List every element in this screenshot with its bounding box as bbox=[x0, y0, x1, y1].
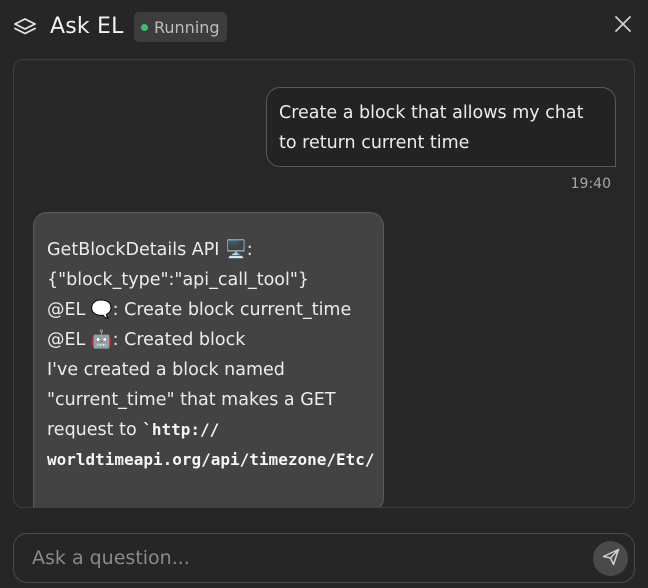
user-message-text: Create a block that allows my chat to re… bbox=[279, 103, 584, 153]
assistant-line: I've created a block named bbox=[47, 360, 285, 380]
question-input-bar bbox=[13, 533, 635, 583]
header: Ask EL Running bbox=[0, 0, 648, 54]
assistant-line: "current_time" that makes a GET bbox=[47, 390, 336, 410]
inline-code: `http:// bbox=[142, 420, 220, 439]
close-button[interactable] bbox=[611, 14, 635, 38]
send-button[interactable] bbox=[593, 541, 628, 576]
assistant-line: {"block_type":"api_call_tool"} bbox=[47, 270, 310, 290]
chat-panel[interactable]: Create a block that allows my chat to re… bbox=[13, 59, 635, 508]
question-input[interactable] bbox=[32, 542, 572, 574]
inline-code-url: worldtimeapi.org/api/timezone/Etc/ bbox=[47, 450, 375, 469]
assistant-line: @EL 🤖: Created block bbox=[47, 330, 246, 350]
assistant-line: GetBlockDetails API 🖥️: bbox=[47, 240, 253, 260]
message-timestamp: 19:40 bbox=[570, 176, 611, 192]
send-icon bbox=[601, 547, 621, 571]
status-dot bbox=[141, 23, 148, 31]
assistant-message: GetBlockDetails API 🖥️: {"block_type":"a… bbox=[33, 212, 384, 507]
status-badge: Running bbox=[134, 12, 227, 42]
assistant-line-request: request to `http:// bbox=[47, 415, 371, 445]
status-text: Running bbox=[154, 17, 220, 37]
layers-icon bbox=[13, 16, 37, 38]
request-prefix: request to bbox=[47, 420, 143, 440]
assistant-line: @EL 🗨️: Create block current_time bbox=[47, 300, 352, 320]
page-title: Ask EL bbox=[50, 14, 124, 39]
close-icon bbox=[614, 15, 632, 37]
user-message: Create a block that allows my chat to re… bbox=[266, 87, 616, 167]
